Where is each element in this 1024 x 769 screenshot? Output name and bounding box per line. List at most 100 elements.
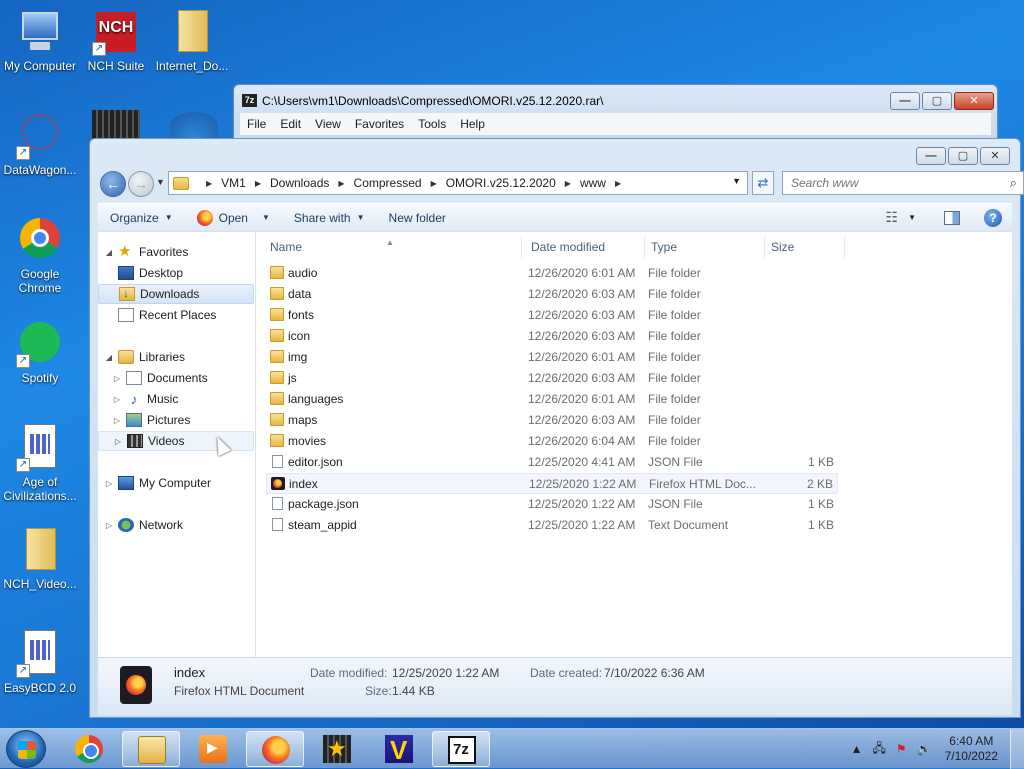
desktop-icon-nch-suite[interactable]: NCH ↗ NCH Suite	[76, 8, 156, 73]
file-row[interactable]: languages 12/26/2020 6:01 AM File folder	[266, 389, 838, 410]
breadcrumb-downloads[interactable]: Downloads	[270, 176, 329, 190]
desktop-icon-datawagon[interactable]: ↗ DataWagon...	[0, 112, 80, 177]
globe-icon[interactable]	[170, 112, 218, 140]
menu-edit[interactable]: Edit	[273, 117, 308, 131]
close-button[interactable]: ✕	[980, 147, 1010, 165]
column-header-type[interactable]: Type	[645, 236, 765, 258]
start-button[interactable]	[6, 730, 46, 768]
show-hidden-icons-icon[interactable]: ▲	[851, 742, 863, 756]
change-view-icon[interactable]: ☷	[886, 209, 899, 226]
desktop-icon-spotify[interactable]: ↗ Spotify	[0, 320, 80, 385]
taskbar-7zip[interactable]	[432, 731, 490, 767]
breadcrumb-vm1[interactable]: VM1	[221, 176, 246, 190]
column-header-size[interactable]: Size	[765, 236, 845, 258]
nav-documents[interactable]: ▷ Documents	[112, 368, 252, 388]
file-row[interactable]: index 12/25/2020 1:22 AM Firefox HTML Doc.…	[266, 473, 838, 494]
chevron-right-icon[interactable]: ▶	[206, 179, 212, 188]
chevron-right-icon[interactable]: ▶	[565, 179, 571, 188]
nav-libraries[interactable]: ◢ Libraries	[104, 347, 252, 367]
expander-icon[interactable]: ▷	[113, 437, 123, 446]
maximize-button[interactable]: ▢	[948, 147, 978, 165]
desktop-icon-easybcd[interactable]: ↗ EasyBCD 2.0	[0, 630, 80, 695]
expander-icon[interactable]: ▷	[104, 521, 114, 530]
taskbar-firefox[interactable]	[246, 731, 304, 767]
file-row[interactable]: icon 12/26/2020 6:03 AM File folder	[266, 326, 838, 347]
menu-tools[interactable]: Tools	[411, 117, 453, 131]
search-box[interactable]: ⌕	[782, 171, 1024, 195]
navigation-pane[interactable]: ◢ ★ Favorites Desktop Downloads Recent P…	[98, 232, 256, 657]
expander-icon[interactable]: ◢	[104, 353, 114, 362]
taskbar-media-player[interactable]	[184, 731, 242, 767]
close-button[interactable]: ✕	[954, 92, 994, 110]
nav-desktop[interactable]: Desktop	[104, 263, 252, 283]
back-button[interactable]: ←	[100, 171, 126, 197]
forward-button[interactable]: →	[128, 171, 154, 197]
chevron-down-icon[interactable]: ▼	[908, 213, 916, 222]
file-list[interactable]: Name ▲ Date modified Type Size audio 12/2…	[264, 232, 1012, 657]
show-desktop-button[interactable]	[1010, 729, 1024, 769]
desktop-icon-my-computer[interactable]: My Computer	[0, 8, 80, 73]
nav-my-computer[interactable]: ▷ My Computer	[104, 473, 252, 493]
chevron-right-icon[interactable]: ▶	[615, 179, 621, 188]
chevron-down-icon[interactable]: ▼	[262, 213, 270, 222]
expander-icon[interactable]: ▷	[104, 479, 114, 488]
menu-help[interactable]: Help	[453, 117, 492, 131]
expander-icon[interactable]: ▷	[112, 395, 122, 404]
clock[interactable]: 6:40 AM 7/10/2022	[937, 734, 1010, 764]
desktop-icon-age-of-civilizations[interactable]: ↗ Age of Civilizations...	[0, 424, 80, 503]
chevron-right-icon[interactable]: ▶	[338, 179, 344, 188]
chevron-right-icon[interactable]: ▶	[431, 179, 437, 188]
desktop-icon-internet-do[interactable]: Internet_Do...	[152, 8, 232, 73]
action-center-icon[interactable]: ⚑	[896, 742, 907, 756]
search-icon[interactable]: ⌕	[1010, 175, 1017, 191]
volume-icon[interactable]: 🔈	[917, 742, 932, 756]
menu-view[interactable]: View	[308, 117, 348, 131]
file-row[interactable]: img 12/26/2020 6:01 AM File folder	[266, 347, 838, 368]
help-icon[interactable]: ?	[984, 208, 1002, 227]
expander-icon[interactable]: ▷	[112, 416, 122, 425]
breadcrumb-omori[interactable]: OMORI.v25.12.2020	[446, 176, 556, 190]
column-header-date[interactable]: Date modified	[525, 236, 645, 258]
refresh-button[interactable]: ⇄	[752, 171, 774, 195]
nav-network[interactable]: ▷ Network	[104, 515, 252, 535]
minimize-button[interactable]: —	[916, 147, 946, 165]
address-bar[interactable]: ▶ VM1 ▶ Downloads ▶ Compressed ▶ OMORI.v…	[168, 171, 748, 195]
minimize-button[interactable]: —	[890, 92, 920, 110]
breadcrumb-www[interactable]: www	[580, 176, 606, 190]
network-tray-icon[interactable]: 🖧	[873, 739, 886, 760]
share-with-button[interactable]: Share with ▼	[282, 211, 377, 225]
file-row[interactable]: maps 12/26/2020 6:03 AM File folder	[266, 410, 838, 431]
nav-favorites[interactable]: ◢ ★ Favorites	[104, 242, 252, 262]
explorer-window[interactable]: — ▢ ✕ ← → ▼ ▶ VM1 ▶ Downloads ▶ Compress…	[89, 138, 1024, 718]
file-row[interactable]: movies 12/26/2020 6:04 AM File folder	[266, 431, 838, 452]
nav-videos[interactable]: ▷ Videos	[98, 431, 254, 451]
history-dropdown-icon[interactable]: ▼	[156, 177, 165, 187]
file-row[interactable]: package.json 12/25/2020 1:22 AM JSON File 1…	[266, 494, 838, 515]
nav-pictures[interactable]: ▷ Pictures	[112, 410, 252, 430]
nav-music[interactable]: ▷ ♪ Music	[112, 389, 252, 409]
expander-icon[interactable]: ◢	[104, 248, 114, 257]
chevron-right-icon[interactable]: ▶	[255, 179, 261, 188]
address-dropdown-icon[interactable]: ▼	[732, 176, 741, 186]
expander-icon[interactable]: ▷	[112, 374, 122, 383]
column-header-name[interactable]: Name ▲	[264, 236, 522, 258]
nav-recent-places[interactable]: Recent Places	[104, 305, 252, 325]
breadcrumb-compressed[interactable]: Compressed	[354, 176, 422, 190]
organize-button[interactable]: Organize ▼	[98, 211, 185, 225]
taskbar-chrome[interactable]	[60, 731, 118, 767]
file-row[interactable]: steam_appid 12/25/2020 1:22 AM Text Docume…	[266, 515, 838, 536]
7zip-window[interactable]: 7z C:\Users\vm1\Downloads\Compressed\OMO…	[233, 84, 998, 144]
taskbar-explorer[interactable]	[122, 731, 180, 767]
desktop-icon-nch-video[interactable]: NCH_Video...	[0, 526, 80, 591]
file-row[interactable]: audio 12/26/2020 6:01 AM File folder	[266, 263, 838, 284]
taskbar-vegas[interactable]	[370, 731, 428, 767]
file-row[interactable]: fonts 12/26/2020 6:03 AM File folder	[266, 305, 838, 326]
preview-pane-icon[interactable]	[944, 210, 960, 225]
menu-file[interactable]: File	[240, 117, 273, 131]
new-folder-button[interactable]: New folder	[377, 211, 458, 225]
video-editor-icon[interactable]	[92, 110, 140, 140]
maximize-button[interactable]: ▢	[922, 92, 952, 110]
desktop-icon-google-chrome[interactable]: Google Chrome	[0, 216, 80, 295]
file-row[interactable]: editor.json 12/25/2020 4:41 AM JSON File 1 …	[266, 452, 838, 473]
taskbar-video-editor[interactable]	[308, 731, 366, 767]
